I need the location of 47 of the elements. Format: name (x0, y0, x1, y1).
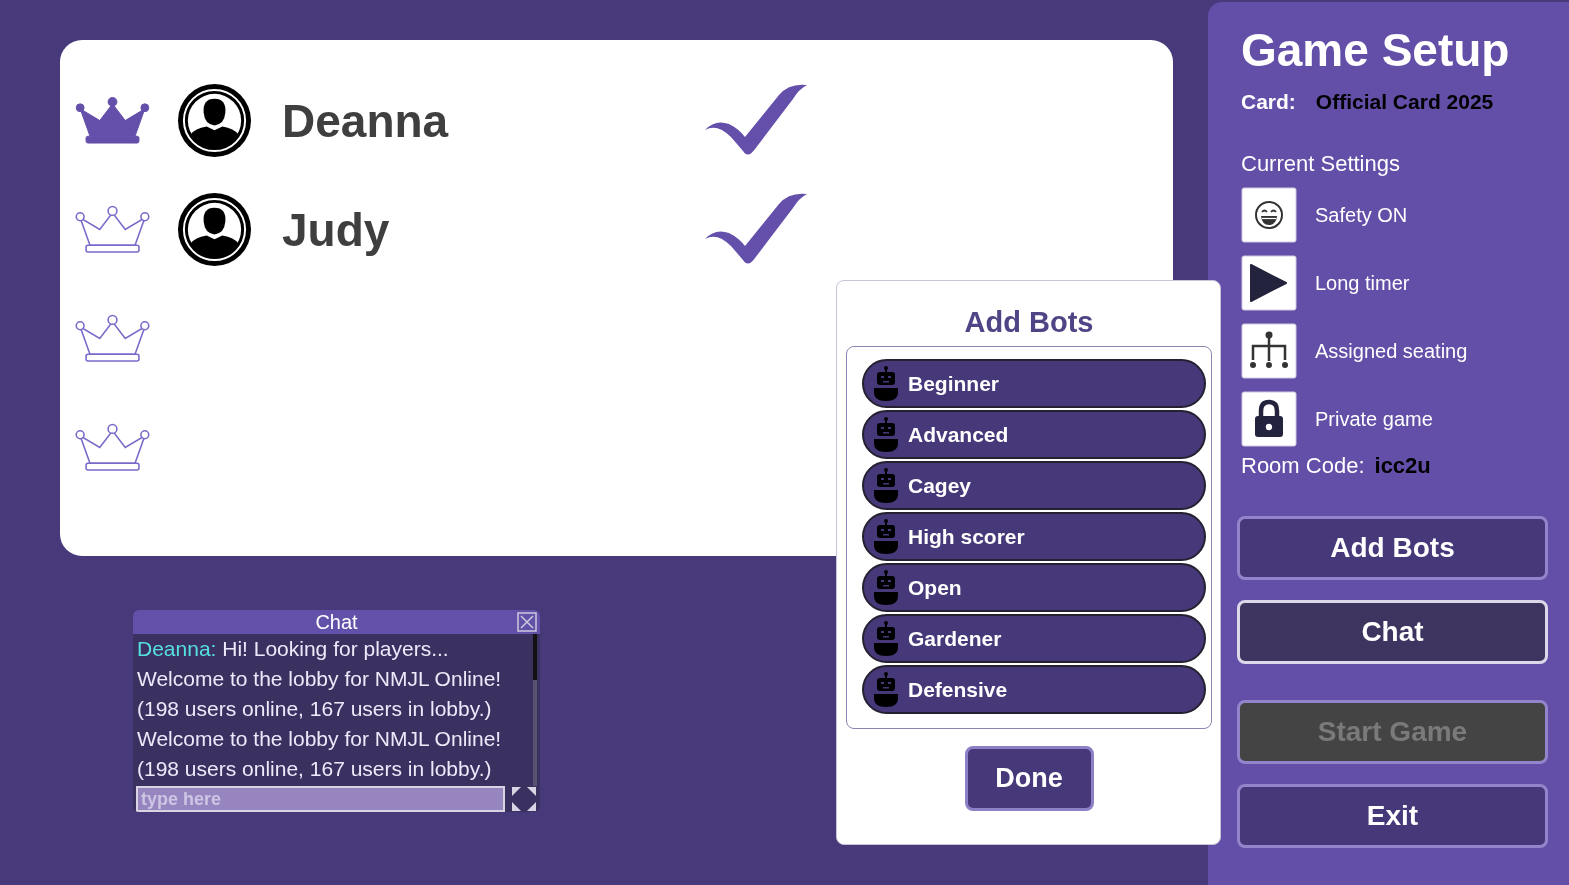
bot-button[interactable]: Cagey (862, 461, 1206, 510)
room-code-label: Room Code: (1241, 452, 1365, 480)
card-value: Official Card 2025 (1315, 89, 1494, 115)
bot-button[interactable]: Beginner (862, 359, 1206, 408)
player-name: Judy (282, 202, 391, 258)
robot-icon (872, 416, 900, 453)
chat-input[interactable]: type here (136, 786, 505, 812)
smiley-icon (1241, 187, 1297, 243)
setting-label: Long timer (1315, 271, 1410, 295)
resize-icon[interactable] (511, 786, 537, 812)
chat-message: Welcome to the lobby for NMJL Online! (137, 666, 503, 692)
dialog-title: Add Bots (964, 305, 1094, 340)
robot-icon (872, 518, 900, 555)
robot-icon (872, 365, 900, 402)
player-name: Deanna (282, 93, 450, 149)
sidebar-button[interactable]: Chat (1237, 600, 1548, 664)
avatar-icon (177, 192, 252, 267)
robot-icon (872, 620, 900, 657)
setting-label: Safety ON (1315, 203, 1408, 227)
done-button[interactable]: Done (964, 746, 1094, 811)
scrollbar[interactable] (533, 634, 537, 786)
chat-message: (198 users online, 167 users in lobby.) (137, 696, 493, 722)
chat-message: (198 users online, 167 users in lobby.) (137, 756, 493, 782)
sidebar-button[interactable]: Add Bots (1237, 516, 1548, 580)
room-code-value: icc2u (1374, 452, 1431, 480)
card-label: Card: (1241, 89, 1296, 115)
sidebar-button[interactable]: Exit (1237, 784, 1548, 848)
settings-heading: Current Settings (1241, 150, 1401, 178)
setting-label: Private game (1315, 407, 1433, 431)
robot-icon (872, 467, 900, 504)
chat-title: Chat (315, 610, 358, 634)
padlock-icon (1241, 391, 1297, 447)
robot-icon (872, 671, 900, 708)
bot-button[interactable]: Advanced (862, 410, 1206, 459)
bot-button[interactable]: High scorer (862, 512, 1206, 561)
bot-button[interactable]: Open (862, 563, 1206, 612)
chat-message: Welcome to the lobby for NMJL Online! (137, 726, 503, 752)
setting-label: Assigned seating (1315, 339, 1468, 363)
hierarchy-icon (1241, 323, 1297, 379)
robot-icon (872, 569, 900, 606)
chat-message: Deanna: Hi! Looking for players... (137, 636, 450, 662)
close-icon[interactable] (517, 612, 537, 632)
avatar-icon (177, 83, 252, 158)
bot-button[interactable]: Gardener (862, 614, 1206, 663)
play-icon (1241, 255, 1297, 311)
bot-button[interactable]: Defensive (862, 665, 1206, 714)
panel-title: Game Setup (1241, 23, 1511, 78)
